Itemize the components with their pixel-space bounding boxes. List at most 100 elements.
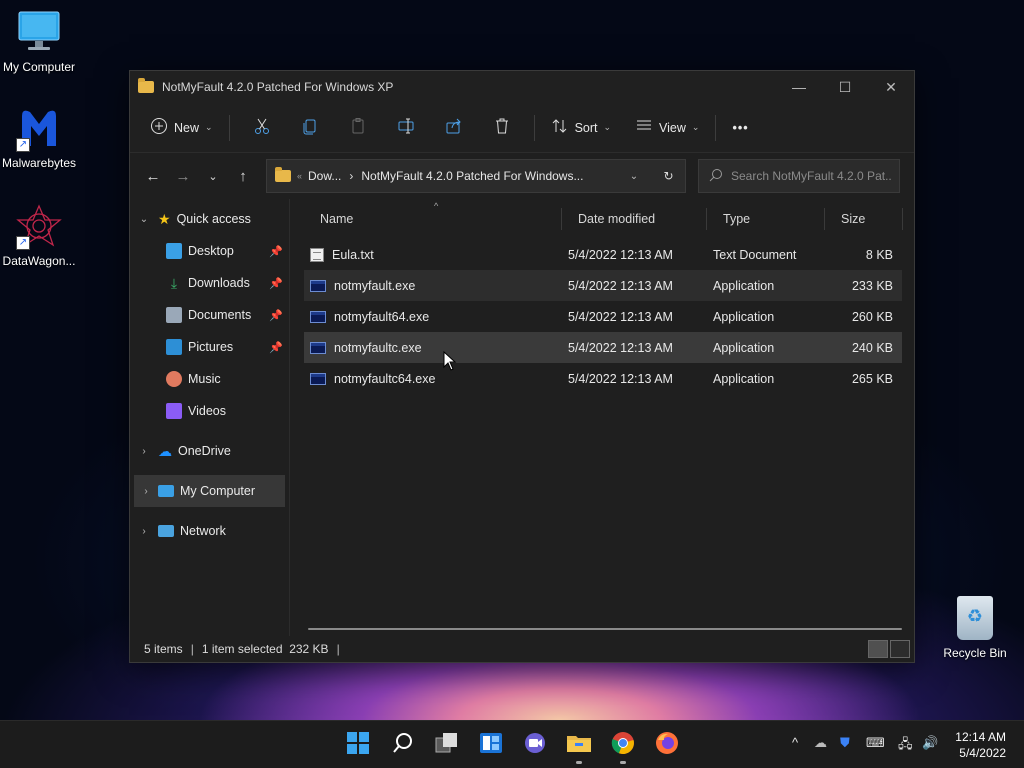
desktop-icon-datawagon[interactable]: ↗ DataWagon... bbox=[0, 204, 78, 268]
forward-button[interactable]: → bbox=[168, 161, 198, 191]
onedrive-tray-icon[interactable]: ☁ bbox=[814, 735, 827, 751]
file-size: 260 KB bbox=[851, 309, 893, 324]
mouse-cursor-icon bbox=[443, 351, 457, 371]
chevron-right-icon[interactable]: › bbox=[130, 526, 158, 537]
task-view-button[interactable] bbox=[434, 731, 460, 757]
download-arrow-icon: ⤓ bbox=[170, 275, 178, 291]
chat-button[interactable] bbox=[522, 731, 548, 757]
share-button[interactable] bbox=[430, 112, 478, 144]
shortcut-arrow-icon: ↗ bbox=[16, 138, 30, 152]
more-icon: ••• bbox=[732, 120, 749, 135]
more-options-button[interactable]: ••• bbox=[724, 112, 756, 144]
chrome-button[interactable] bbox=[610, 731, 636, 757]
rename-button[interactable] bbox=[382, 112, 430, 144]
file-row[interactable]: notmyfaultc64.exe 5/4/2022 12:13 AM Appl… bbox=[304, 363, 902, 394]
widgets-icon bbox=[479, 732, 503, 757]
delete-button[interactable] bbox=[478, 112, 526, 144]
file-name: notmyfault64.exe bbox=[334, 309, 430, 324]
music-icon bbox=[166, 371, 182, 387]
chevron-right-icon[interactable]: › bbox=[134, 486, 158, 497]
chevron-down-icon[interactable]: ⌄ bbox=[130, 214, 158, 225]
address-bar[interactable]: « Dow... › NotMyFault 4.2.0 Patched For … bbox=[266, 159, 686, 193]
nav-item-videos[interactable]: Videos bbox=[130, 395, 289, 427]
nav-item-music[interactable]: Music bbox=[130, 363, 289, 395]
pin-icon: 📌 bbox=[269, 277, 283, 290]
nav-item-desktop[interactable]: Desktop 📌 bbox=[130, 235, 289, 267]
maximize-button[interactable]: ☐ bbox=[822, 71, 868, 103]
horizontal-scrollbar[interactable] bbox=[308, 628, 902, 630]
arrow-left-icon: ← bbox=[145, 167, 161, 185]
file-date: 5/4/2022 12:13 AM bbox=[568, 247, 673, 262]
file-explorer-window: NotMyFault 4.2.0 Patched For Windows XP … bbox=[129, 70, 915, 663]
up-button[interactable]: ↑ bbox=[228, 161, 258, 191]
firefox-button[interactable] bbox=[654, 731, 680, 757]
task-view-icon bbox=[435, 732, 459, 757]
show-hidden-icons-button[interactable]: ^ bbox=[792, 735, 798, 750]
text-file-icon bbox=[310, 247, 324, 262]
view-label: View bbox=[659, 120, 686, 135]
widgets-button[interactable] bbox=[478, 731, 504, 757]
sort-button[interactable]: Sort ⌄ bbox=[543, 112, 619, 144]
nav-item-downloads[interactable]: ⤓ Downloads 📌 bbox=[130, 267, 289, 299]
keyboard-icon[interactable]: ⌨ bbox=[866, 735, 885, 751]
nav-quick-access[interactable]: ⌄ ★ Quick access bbox=[130, 203, 289, 235]
status-separator: | bbox=[190, 642, 194, 656]
security-shield-icon[interactable]: ⛊ bbox=[840, 735, 850, 751]
overflow-chevron-icon[interactable]: « bbox=[297, 171, 302, 181]
new-button[interactable]: New ⌄ bbox=[142, 112, 221, 144]
refresh-button[interactable]: ↻ bbox=[651, 169, 685, 183]
start-button[interactable] bbox=[345, 731, 371, 757]
application-icon bbox=[310, 341, 326, 354]
copy-button[interactable] bbox=[286, 112, 334, 144]
paste-button[interactable] bbox=[334, 112, 382, 144]
running-indicator bbox=[620, 761, 626, 764]
column-header-name[interactable]: Name bbox=[304, 208, 562, 230]
clock-time: 12:14 AM bbox=[955, 730, 1006, 744]
selection-info: 1 item selected 232 KB bbox=[201, 642, 329, 656]
nav-my-computer[interactable]: › My Computer bbox=[134, 475, 285, 507]
chevron-right-icon[interactable]: › bbox=[130, 446, 158, 457]
title-bar[interactable]: NotMyFault 4.2.0 Patched For Windows XP … bbox=[130, 71, 914, 103]
command-bar: New ⌄ Sort ⌄ View ⌄ ••• bbox=[130, 103, 914, 153]
file-type: Application bbox=[713, 309, 775, 324]
column-header-size[interactable]: Size bbox=[825, 208, 903, 230]
search-button[interactable] bbox=[390, 731, 416, 757]
nav-item-pictures[interactable]: Pictures 📌 bbox=[130, 331, 289, 363]
breadcrumb-parent[interactable]: Dow... bbox=[308, 169, 341, 183]
file-explorer-taskbar-button[interactable] bbox=[566, 731, 592, 757]
nav-onedrive[interactable]: › ☁ OneDrive bbox=[130, 435, 289, 467]
desktop-icon-label: Malwarebytes bbox=[1, 156, 77, 170]
search-icon bbox=[392, 732, 414, 757]
breadcrumb-separator-icon[interactable]: › bbox=[349, 169, 353, 183]
minimize-button[interactable]: — bbox=[776, 71, 822, 103]
desktop-icon-my-computer[interactable]: My Computer bbox=[0, 10, 78, 74]
file-row[interactable]: Eula.txt 5/4/2022 12:13 AM Text Document… bbox=[304, 239, 902, 270]
breadcrumb-current[interactable]: NotMyFault 4.2.0 Patched For Windows... bbox=[361, 169, 583, 183]
column-header-type[interactable]: Type bbox=[707, 208, 825, 230]
nav-network[interactable]: › Network bbox=[130, 515, 289, 547]
view-button[interactable]: View ⌄ bbox=[627, 112, 707, 144]
back-button[interactable]: ← bbox=[138, 161, 168, 191]
cut-button[interactable] bbox=[238, 112, 286, 144]
desktop-icon-malwarebytes[interactable]: ↗ Malwarebytes bbox=[0, 106, 78, 170]
recent-locations-button[interactable]: ⌄ bbox=[198, 161, 228, 191]
details-view-button[interactable] bbox=[868, 640, 888, 658]
windows-logo-icon bbox=[346, 731, 370, 758]
address-dropdown-icon[interactable]: ⌄ bbox=[617, 171, 651, 182]
desktop-icon-recycle-bin[interactable]: Recycle Bin bbox=[940, 596, 1010, 660]
file-row[interactable]: notmyfault64.exe 5/4/2022 12:13 AM Appli… bbox=[304, 301, 902, 332]
divider bbox=[715, 114, 717, 141]
close-button[interactable]: ✕ bbox=[868, 71, 914, 103]
column-header-date[interactable]: Date modified bbox=[562, 208, 707, 230]
volume-icon[interactable]: 🔊 bbox=[922, 735, 938, 751]
file-row-hovered[interactable]: notmyfaultc.exe 5/4/2022 12:13 AM Applic… bbox=[304, 332, 902, 363]
file-row-selected[interactable]: notmyfault.exe 5/4/2022 12:13 AM Applica… bbox=[304, 270, 902, 301]
large-icons-view-button[interactable] bbox=[890, 640, 910, 658]
search-box[interactable] bbox=[698, 159, 900, 193]
network-tray-icon[interactable]: 🖧 bbox=[898, 735, 913, 757]
desktop-folder-icon bbox=[166, 243, 182, 259]
search-input[interactable] bbox=[731, 169, 891, 183]
application-icon bbox=[310, 279, 326, 292]
nav-item-documents[interactable]: Documents 📌 bbox=[130, 299, 289, 331]
clock[interactable]: 12:14 AM 5/4/2022 bbox=[955, 729, 1006, 761]
